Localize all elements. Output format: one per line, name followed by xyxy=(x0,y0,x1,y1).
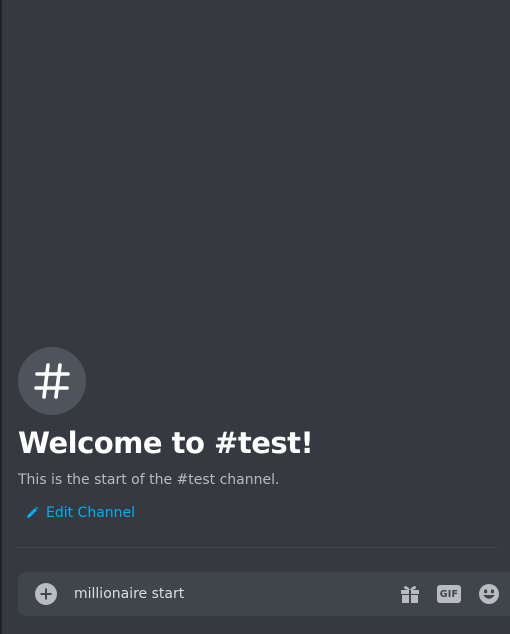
messages-divider xyxy=(18,547,498,548)
pane-divider xyxy=(0,0,2,634)
message-composer: GIF xyxy=(18,572,510,616)
gift-button[interactable] xyxy=(398,582,422,606)
pencil-icon xyxy=(27,506,39,518)
edit-channel-link[interactable]: Edit Channel xyxy=(25,505,135,521)
welcome-subtitle: This is the start of the #test channel. xyxy=(18,472,280,488)
hash-icon xyxy=(34,363,70,399)
message-input[interactable] xyxy=(74,583,374,605)
smiley-emoji-icon xyxy=(479,584,499,604)
welcome-title: Welcome to #test! xyxy=(18,426,314,460)
chat-area: Welcome to #test! This is the start of t… xyxy=(0,0,510,634)
edit-channel-label: Edit Channel xyxy=(46,505,136,521)
gift-icon xyxy=(401,586,419,603)
channel-hash-avatar xyxy=(18,347,86,415)
attach-button[interactable] xyxy=(35,583,57,605)
plus-icon xyxy=(40,588,52,600)
gif-button[interactable]: GIF xyxy=(436,582,462,606)
channel-welcome: Welcome to #test! This is the start of t… xyxy=(18,347,498,524)
emoji-button[interactable] xyxy=(477,582,501,606)
gif-icon: GIF xyxy=(437,585,461,603)
